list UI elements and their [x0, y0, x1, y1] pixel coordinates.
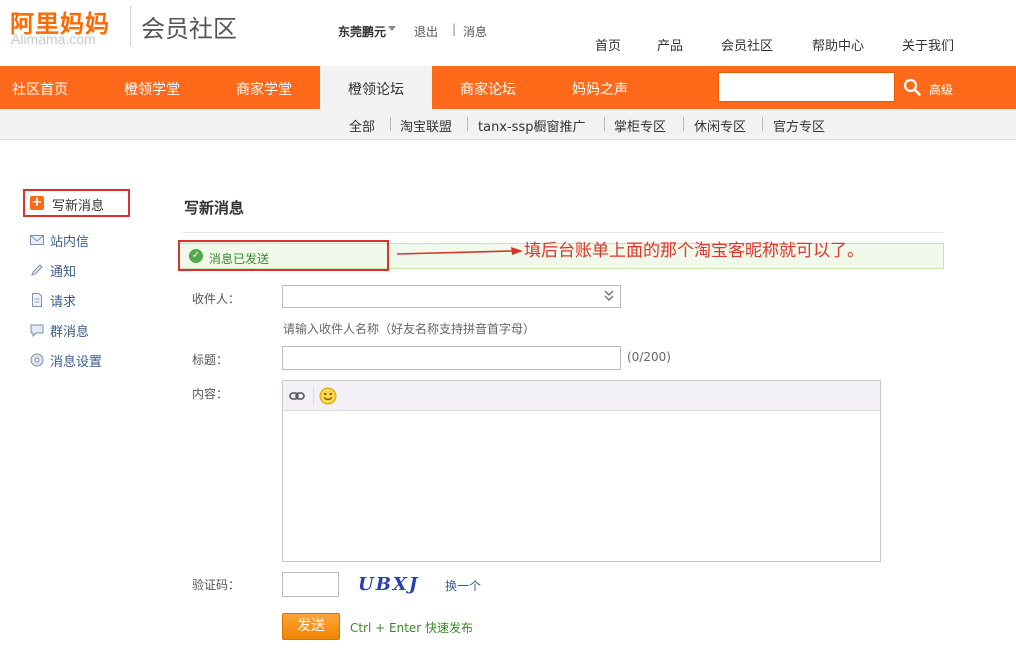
subnav-official[interactable]: 官方专区 [773, 116, 825, 135]
shortcut-hint: Ctrl + Enter 快速发布 [350, 621, 474, 635]
user-bar-separator: | [452, 22, 457, 36]
page-title: 写新消息 [184, 199, 245, 217]
editor-toolbar [283, 381, 880, 411]
search-icon[interactable] [903, 78, 921, 96]
subject-input[interactable] [282, 346, 621, 370]
logout-link[interactable]: 退出 [414, 23, 438, 40]
toolbar-divider [313, 386, 314, 406]
sidebar-item-label: 消息设置 [50, 355, 103, 370]
user-menu[interactable]: 东莞鹏元 [338, 23, 386, 40]
recipient-field[interactable] [282, 285, 621, 308]
send-button[interactable]: 发送 [282, 613, 340, 640]
envelope-icon [30, 235, 44, 245]
pencil-icon [31, 264, 43, 276]
plus-icon: + [30, 195, 44, 210]
captcha-input[interactable] [282, 572, 339, 597]
tab-orange-academy[interactable]: 橙领学堂 [110, 66, 194, 109]
tab-merchant-forum[interactable]: 商家论坛 [446, 66, 530, 109]
sidebar-item-label: 通知 [50, 265, 77, 280]
double-chevron-down-icon[interactable] [603, 289, 615, 303]
subnav-separator [390, 117, 391, 131]
subnav-shopkeeper[interactable]: 掌柜专区 [614, 116, 666, 135]
title-divider [183, 232, 943, 233]
recipient-hint: 请输入收件人名称（好友名称支持拼音首字母） [283, 322, 536, 336]
document-icon [32, 293, 42, 307]
search-input[interactable] [718, 72, 895, 102]
subnav-leisure[interactable]: 休闲专区 [694, 116, 746, 135]
messages-link[interactable]: 消息 [463, 23, 487, 40]
caret-down-icon[interactable] [388, 26, 396, 31]
subnav-separator [762, 117, 763, 131]
link-icon[interactable] [289, 389, 305, 403]
annotation-text: 填后台账单上面的那个淘宝客昵称就可以了。 [524, 241, 864, 261]
recipient-label: 收件人： [192, 292, 241, 306]
site-section-title: 会员社区 [141, 15, 237, 43]
annotation-arrow-icon [396, 247, 523, 255]
content-label: 内容： [192, 387, 229, 401]
smiley-icon[interactable] [319, 387, 337, 405]
top-nav-home[interactable]: 首页 [595, 35, 621, 54]
settings-circle-icon [30, 353, 44, 367]
captcha-label: 验证码： [192, 578, 241, 592]
sidebar-item-label: 请求 [50, 295, 77, 310]
captcha-image[interactable]: UBXJ [358, 574, 419, 595]
tab-mama-voice[interactable]: 妈妈之声 [558, 66, 642, 109]
subnav-tanx-ssp[interactable]: tanx-ssp橱窗推广 [478, 116, 586, 135]
logo-divider [130, 6, 131, 46]
brand-logo-en[interactable]: Alimama.com [11, 31, 96, 47]
top-nav-products[interactable]: 产品 [657, 35, 683, 54]
subnav-separator [467, 117, 468, 131]
sidebar-item-compose[interactable]: 写新消息 [52, 195, 104, 214]
advanced-search-link[interactable]: 高级 [929, 81, 953, 98]
sidebar-item-label: 群消息 [50, 325, 90, 340]
notice-highlight-box [178, 240, 389, 271]
tab-community-home[interactable]: 社区首页 [0, 66, 80, 109]
tab-orange-forum[interactable]: 橙领论坛 [320, 66, 432, 109]
chat-bubble-icon [30, 324, 44, 337]
captcha-refresh-link[interactable]: 换一个 [445, 577, 481, 594]
subnav-all[interactable]: 全部 [349, 116, 375, 135]
top-nav-about[interactable]: 关于我们 [902, 35, 954, 54]
subnav-taobao-union[interactable]: 淘宝联盟 [400, 116, 452, 135]
subject-label: 标题： [192, 353, 229, 367]
top-nav-community[interactable]: 会员社区 [721, 35, 773, 54]
sidebar-item-label: 站内信 [50, 235, 90, 250]
subject-char-count: (0/200) [627, 350, 671, 364]
subnav-separator [683, 117, 684, 131]
subnav-separator [604, 117, 605, 131]
tab-merchant-academy[interactable]: 商家学堂 [222, 66, 306, 109]
top-nav-help[interactable]: 帮助中心 [812, 35, 864, 54]
